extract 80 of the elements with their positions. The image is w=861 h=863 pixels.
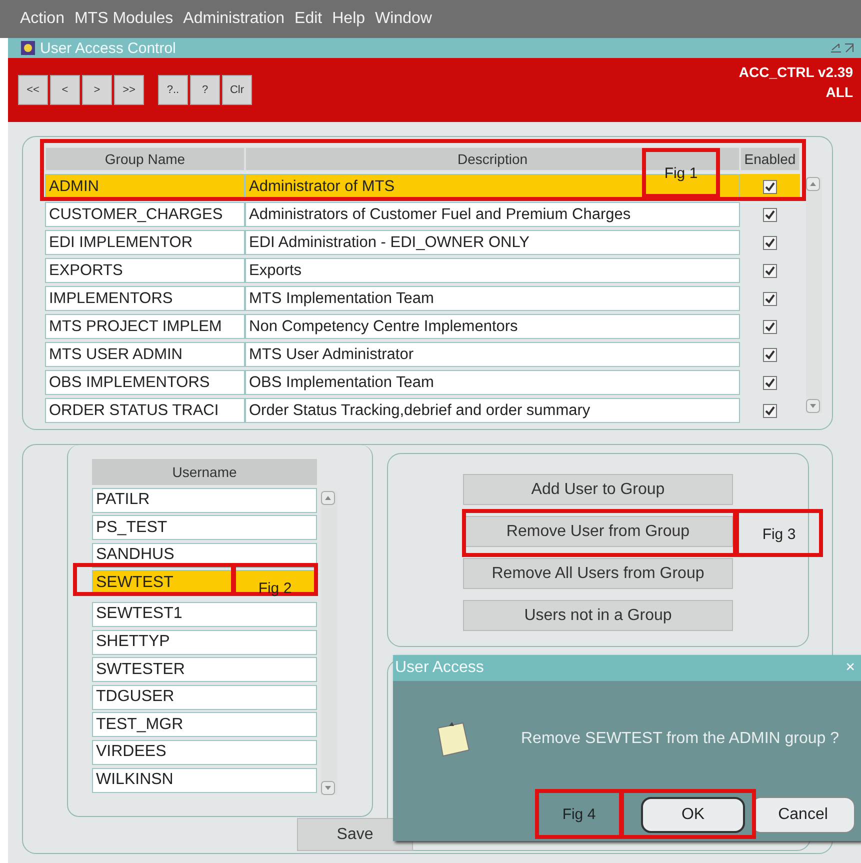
table-cell: MTS PROJECT IMPLEM (45, 314, 245, 339)
menu-item[interactable]: MTS Modules (74, 10, 174, 28)
scope-label: ALL (826, 84, 853, 100)
checkbox[interactable] (763, 376, 777, 390)
table-cell: EXPORTS (45, 258, 245, 283)
menu-item[interactable]: Edit (294, 10, 322, 28)
toolbar-button[interactable]: Clr (222, 75, 252, 105)
list-item[interactable]: VIRDEES (92, 740, 317, 765)
table-cell: ORDER STATUS TRACI (45, 398, 245, 423)
table-cell: MTS User Administrator (245, 342, 740, 367)
list-item[interactable]: TEST_MGR (92, 712, 317, 738)
scroll-bar[interactable] (806, 177, 822, 413)
table-cell: ADMIN (45, 174, 245, 199)
figure-label: Fig 4 (535, 789, 623, 839)
scroll-bar[interactable] (321, 491, 337, 795)
checkbox[interactable] (763, 264, 777, 278)
scroll-down-icon (806, 399, 820, 413)
checkbox[interactable] (763, 404, 777, 418)
group-row[interactable]: IMPLEMENTORS MTS Implementation Team (45, 286, 800, 311)
checkbox[interactable] (763, 236, 777, 250)
toolbar-button[interactable]: << (18, 75, 48, 105)
table-cell: Order Status Tracking,debrief and order summary (245, 398, 740, 423)
dialog-title: User Access (395, 659, 484, 677)
dialog-message: Remove SEWTEST from the ADMIN group ? (521, 730, 840, 748)
group-row[interactable]: CUSTOMER_CHARGES Administrators of Customer Fuel and Premium Charges (45, 202, 800, 227)
action-button[interactable]: Remove User from Group (463, 516, 733, 547)
menu-item[interactable]: Administration (183, 10, 285, 28)
table-cell: EDI Administration - EDI_OWNER ONLY (245, 230, 740, 255)
group-row[interactable]: MTS USER ADMIN MTS User Administrator (45, 342, 800, 367)
window-controls-icon (829, 42, 855, 54)
toolbar-button[interactable]: ? (190, 75, 220, 105)
group-row[interactable]: EXPORTS Exports (45, 258, 800, 283)
app-icon (20, 40, 36, 56)
table-cell: OBS IMPLEMENTORS (45, 370, 245, 395)
cancel-button[interactable]: Cancel (751, 797, 855, 833)
group-row[interactable]: ORDER STATUS TRACI Order Status Tracking,debrief and order summary (45, 398, 800, 423)
action-button[interactable]: Users not in a Group (463, 600, 733, 631)
list-item[interactable]: PS_TEST (92, 515, 317, 540)
group-row[interactable]: EDI IMPLEMENTOR EDI Administration - EDI_OWNER ONLY (45, 230, 800, 255)
table-cell: EDI IMPLEMENTOR (45, 230, 245, 255)
list-item[interactable]: WILKINSN (92, 768, 317, 793)
scroll-up-icon (321, 491, 335, 505)
checkbox[interactable] (763, 292, 777, 306)
toolbar-button[interactable]: > (82, 75, 112, 105)
toolbar-button[interactable]: < (50, 75, 80, 105)
list-item[interactable]: SWTESTER (92, 657, 317, 682)
checkbox[interactable] (763, 208, 777, 222)
scroll-up-icon (806, 177, 820, 191)
figure-label: Fig 3 (735, 509, 823, 557)
ok-button[interactable]: OK (641, 797, 745, 833)
table-cell: CUSTOMER_CHARGES (45, 202, 245, 227)
menu-item[interactable]: Window (375, 10, 432, 28)
column-header: Group Name (45, 147, 245, 171)
menu-item[interactable]: Action (20, 10, 64, 28)
checkbox[interactable] (763, 180, 777, 194)
window-title: User Access Control (40, 40, 176, 56)
list-item[interactable]: PATILR (92, 488, 317, 513)
checkbox[interactable] (763, 348, 777, 362)
table-cell: Non Competency Centre Implementors (245, 314, 740, 339)
table-cell: OBS Implementation Team (245, 370, 740, 395)
column-header: Username (92, 459, 317, 485)
table-cell: MTS Implementation Team (245, 286, 740, 311)
toolbar-button[interactable]: ?.. (158, 75, 188, 105)
table-cell: Administrators of Customer Fuel and Premium Charges (245, 202, 740, 227)
action-button[interactable]: Remove All Users from Group (463, 558, 733, 589)
group-row[interactable]: OBS IMPLEMENTORS OBS Implementation Team (45, 370, 800, 395)
menu-item[interactable]: Help (332, 10, 366, 28)
column-header: Enabled (740, 147, 800, 171)
form-id: ACC_CTRL v2.39 (738, 64, 853, 80)
list-item[interactable]: SHETTYP (92, 630, 317, 655)
toolbar-button[interactable]: >> (114, 75, 144, 105)
list-item[interactable]: SEWTEST1 (92, 602, 317, 627)
table-cell: Exports (245, 258, 740, 283)
table-cell: MTS USER ADMIN (45, 342, 245, 367)
table-cell: IMPLEMENTORS (45, 286, 245, 311)
group-row[interactable]: MTS PROJECT IMPLEM Non Competency Centre Implementors (45, 314, 800, 339)
checkbox[interactable] (763, 320, 777, 334)
scroll-down-icon (321, 781, 335, 795)
list-item[interactable]: TDGUSER (92, 684, 317, 710)
action-button[interactable]: Add User to Group (463, 474, 733, 505)
